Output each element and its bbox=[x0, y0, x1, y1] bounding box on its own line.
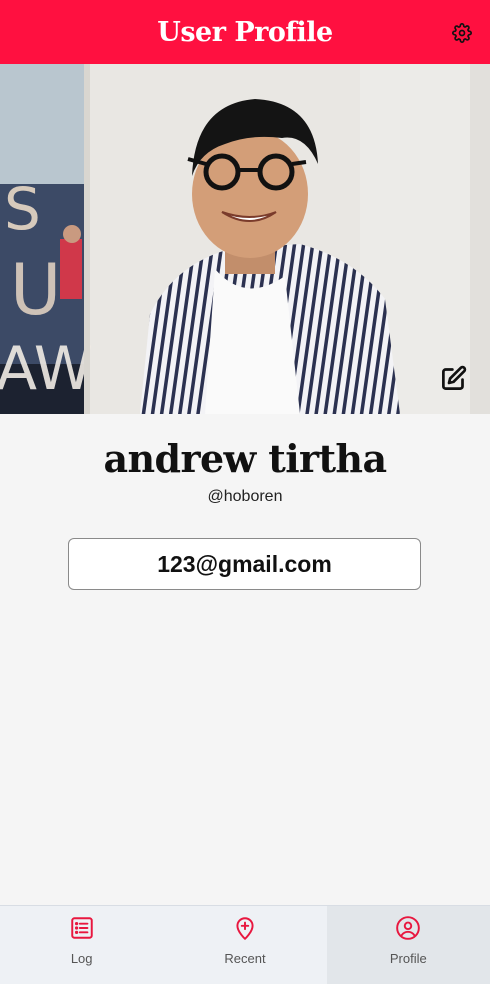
tab-log[interactable]: Log bbox=[0, 906, 163, 984]
email-value: 123@gmail.com bbox=[157, 550, 332, 577]
user-circle-icon bbox=[395, 915, 421, 946]
svg-text:U: U bbox=[10, 249, 61, 331]
tab-profile-label: Profile bbox=[389, 951, 427, 966]
email-field[interactable]: 123@gmail.com bbox=[68, 538, 421, 590]
gear-icon[interactable] bbox=[452, 23, 472, 43]
profile-name: andrew tirtha bbox=[103, 436, 388, 481]
svg-text:AW: AW bbox=[0, 334, 93, 404]
svg-text:S: S bbox=[4, 175, 41, 243]
tab-profile[interactable]: Profile bbox=[326, 906, 490, 984]
page-title: User Profile bbox=[157, 16, 333, 48]
tab-recent[interactable]: Recent bbox=[163, 906, 326, 984]
tab-log-label: Log bbox=[70, 951, 93, 966]
edit-icon[interactable] bbox=[440, 365, 467, 392]
list-icon bbox=[69, 915, 95, 946]
tab-recent-label: Recent bbox=[224, 951, 266, 966]
profile-photo: S U AW bbox=[0, 64, 490, 414]
map-pin-plus-icon bbox=[232, 915, 258, 946]
profile-handle: @hoboren bbox=[207, 488, 283, 505]
app-header: User Profile bbox=[0, 0, 490, 64]
bottom-tab-bar: Log Recent Profile bbox=[0, 905, 490, 984]
